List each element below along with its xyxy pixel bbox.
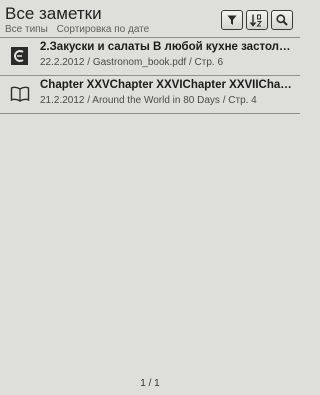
sort-button[interactable] (246, 10, 268, 30)
note-title: Chapter XXVChapter XXVIChapter XXVIIChap… (40, 79, 294, 91)
search-icon (276, 14, 288, 26)
gastronom-book-icon (11, 47, 28, 65)
toolbar (221, 10, 293, 30)
note-item[interactable]: 2.Закуски и салаты В любой кухне застоль… (0, 38, 300, 78)
search-button[interactable] (271, 10, 293, 30)
type-filter[interactable]: Все типы (5, 24, 48, 35)
open-book-icon (10, 86, 30, 102)
page-title: Все заметки (5, 4, 102, 23)
list-divider (0, 113, 300, 114)
note-item[interactable]: Chapter XXVChapter XXVIChapter XXVIIChap… (0, 76, 300, 116)
sort-icon (250, 14, 263, 27)
filter-button[interactable] (221, 10, 243, 30)
header: Все заметки Все типы Сортировка по дате (0, 0, 300, 37)
filter-bar: Все типы Сортировка по дате (5, 24, 155, 35)
filter-icon (227, 15, 237, 25)
page-indicator: 1 / 1 (140, 378, 160, 389)
sort-selector[interactable]: Сортировка по дате (57, 24, 150, 35)
note-meta: 21.2.2012 / Around the World in 80 Days … (40, 95, 257, 106)
note-title: 2.Закуски и салаты В любой кухне застоль… (40, 41, 294, 53)
note-meta: 22.2.2012 / Gastronom_book.pdf / Стр. 6 (40, 57, 224, 68)
